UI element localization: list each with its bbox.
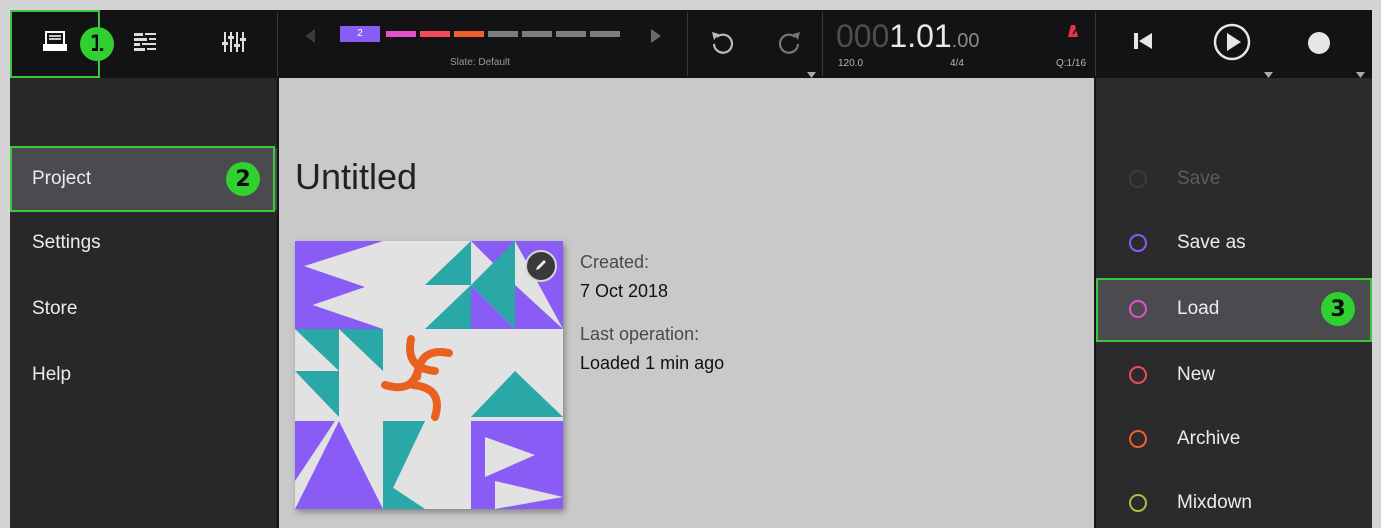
action-label: Mixdown xyxy=(1177,492,1252,513)
metronome-icon[interactable] xyxy=(1066,23,1080,42)
slate-selector[interactable]: 2 Slate: Default xyxy=(340,20,620,70)
action-label: New xyxy=(1177,364,1216,385)
highlight-project-item xyxy=(10,146,275,212)
pencil-icon xyxy=(534,257,548,276)
record-icon xyxy=(1307,31,1331,59)
project-actions-panel: Save Save as Load New Archive Mixdown 3 xyxy=(1096,78,1372,528)
last-operation-label: Last operation: xyxy=(580,324,700,344)
created-value: 7 Oct 2018 xyxy=(580,281,669,301)
sidebar-item-label: Store xyxy=(32,298,78,319)
created-label: Created: xyxy=(580,252,650,272)
skip-to-start-icon xyxy=(1132,30,1154,56)
slate-pattern-segment xyxy=(488,31,518,37)
new-circle-icon xyxy=(1129,366,1147,384)
artwork-pattern xyxy=(295,241,563,509)
sidebar-item-help[interactable]: Help xyxy=(10,344,277,406)
sidebar-item-label: Settings xyxy=(32,232,101,253)
last-operation-value: Loaded 1 min ago xyxy=(580,353,725,373)
redo-icon xyxy=(776,28,804,60)
position-sub: .00 xyxy=(951,30,980,52)
separator xyxy=(687,12,688,76)
undo-button[interactable] xyxy=(704,26,740,62)
arrange-view-button[interactable] xyxy=(128,26,162,62)
project-artwork[interactable] xyxy=(295,241,563,509)
sidebar-item-store[interactable]: Store xyxy=(10,278,277,340)
separator xyxy=(822,12,823,76)
sidebar-item-settings[interactable]: Settings xyxy=(10,212,277,274)
play-button[interactable] xyxy=(1210,22,1254,66)
sidebar-item-label: Help xyxy=(32,364,72,385)
action-label: Save xyxy=(1177,168,1221,189)
save-as-action[interactable]: Save as xyxy=(1096,212,1372,274)
slate-pattern-segment xyxy=(454,31,484,37)
edit-artwork-button[interactable] xyxy=(525,250,557,282)
slate-label: Slate: Default xyxy=(450,57,511,68)
tempo-value[interactable]: 120.0 xyxy=(838,58,863,69)
left-sidebar: Project Settings Store Help 2 xyxy=(10,78,277,528)
app-window: 1 2 Slate: Default 0001.01.00 120.0 4/4 … xyxy=(10,10,1372,528)
slate-prev-button[interactable] xyxy=(304,28,316,48)
top-toolbar: 1 2 Slate: Default 0001.01.00 120.0 4/4 … xyxy=(10,10,1372,78)
save-as-circle-icon xyxy=(1129,234,1147,252)
separator xyxy=(277,12,278,76)
redo-button[interactable] xyxy=(772,26,808,62)
slate-pattern-segment xyxy=(522,31,552,37)
separator xyxy=(1095,12,1096,76)
skip-to-start-button[interactable] xyxy=(1128,28,1158,58)
save-action[interactable]: Save xyxy=(1096,148,1372,210)
project-title[interactable]: Untitled xyxy=(295,156,417,198)
mixdown-action[interactable]: Mixdown xyxy=(1096,472,1372,528)
chevron-right-icon xyxy=(650,29,662,48)
slate-pattern-segment xyxy=(556,31,586,37)
mixer-view-button[interactable] xyxy=(216,26,252,62)
new-action[interactable]: New xyxy=(1096,344,1372,406)
position-dim: 000 xyxy=(836,18,890,54)
position-display[interactable]: 0001.01.00 120.0 4/4 Q:1/16 xyxy=(836,18,1086,74)
slate-pattern-segment xyxy=(420,31,450,37)
position-readout: 0001.01.00 xyxy=(836,18,979,55)
action-label: Archive xyxy=(1177,428,1241,449)
mixdown-circle-icon xyxy=(1129,494,1147,512)
mixer-faders-icon xyxy=(221,30,247,58)
slate-pattern-segment xyxy=(590,31,620,37)
time-signature[interactable]: 4/4 xyxy=(950,58,964,69)
highlight-project-view xyxy=(10,10,100,78)
chevron-left-icon xyxy=(304,29,316,48)
project-details-panel: Untitled Created: 7 Oct 2018 Last operat… xyxy=(279,78,1094,528)
position-main: 1.01 xyxy=(889,18,952,54)
action-label: Save as xyxy=(1177,232,1246,253)
archive-action[interactable]: Archive xyxy=(1096,408,1372,470)
play-icon xyxy=(1212,22,1252,66)
highlight-load-action xyxy=(1096,278,1372,342)
save-circle-icon xyxy=(1129,170,1147,188)
record-button[interactable] xyxy=(1304,30,1334,60)
undo-icon xyxy=(708,28,736,60)
slate-active-pattern: 2 xyxy=(340,26,380,42)
archive-circle-icon xyxy=(1129,430,1147,448)
slate-next-button[interactable] xyxy=(650,28,662,48)
quantize-value[interactable]: Q:1/16 xyxy=(1056,58,1086,69)
slate-pattern-segment xyxy=(386,31,416,37)
arrange-list-icon xyxy=(133,31,157,57)
